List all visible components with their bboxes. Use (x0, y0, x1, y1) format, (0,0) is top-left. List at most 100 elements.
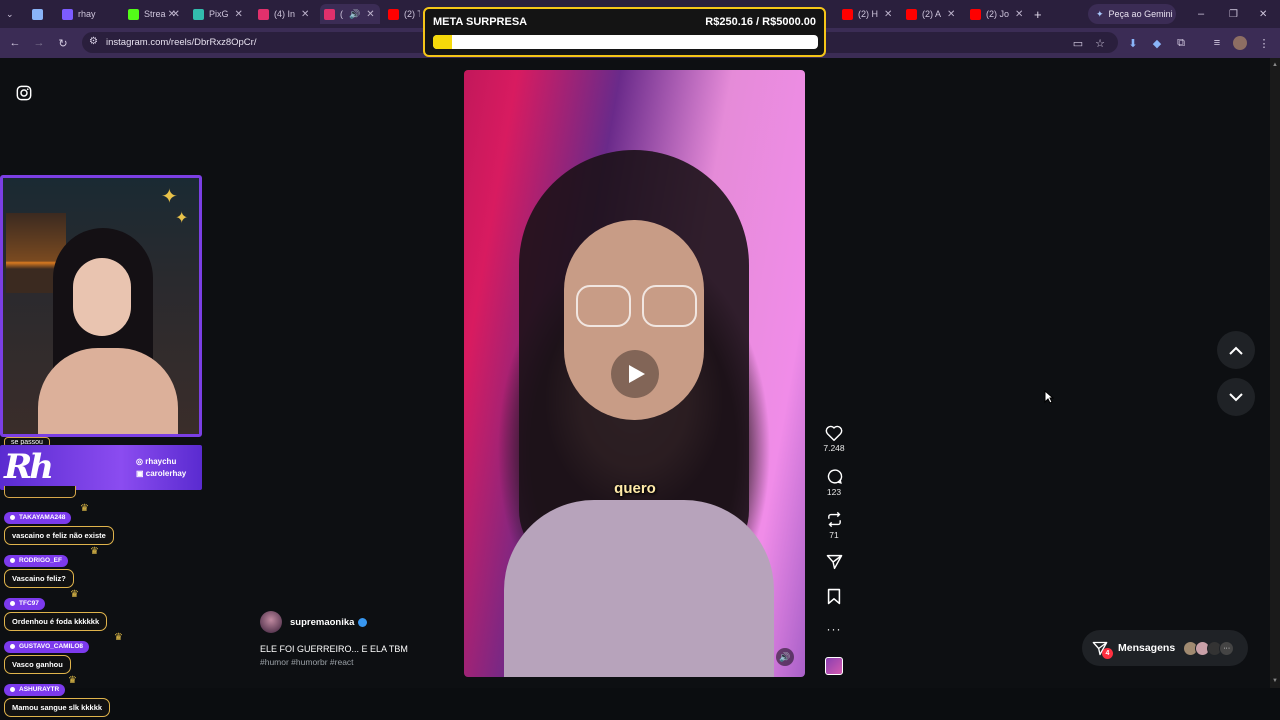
author-name[interactable]: supremaonika (290, 617, 354, 628)
chat-username: RODRIGO_EF (4, 554, 68, 567)
extension-icon[interactable]: ◆ (1150, 36, 1164, 50)
tab-9[interactable]: (2) Jo ✕ (970, 4, 1028, 24)
close-icon[interactable]: ✕ (884, 9, 892, 20)
chat-text: Ordenhou é foda kkkkkk (4, 612, 108, 631)
gemini-label: Peça ao Gemini (1108, 9, 1173, 19)
close-icon[interactable]: ✕ (172, 9, 180, 20)
window-close-button[interactable]: ✕ (1259, 4, 1271, 24)
gemini-icon: ✦ (1096, 8, 1104, 19)
bookmark-icon (827, 588, 841, 605)
reel-author[interactable]: supremaonika (260, 611, 368, 633)
profile-avatar[interactable] (1233, 36, 1247, 50)
tab-favicon (324, 8, 335, 20)
next-reel-button[interactable] (1217, 378, 1255, 416)
chat-message-partial (4, 486, 76, 498)
crown-icon: ♛ (68, 675, 77, 686)
tab-3[interactable]: PixG ✕ (193, 4, 253, 24)
restore-button[interactable]: ❐ (1229, 4, 1241, 24)
streamer-face (73, 258, 131, 336)
tab-favicon (32, 8, 43, 20)
chat-text: Mamou sangue slk kkkkk (4, 698, 111, 717)
chat-text: vascaino e feliz não existe (4, 526, 114, 545)
close-icon[interactable]: ✕ (301, 9, 309, 20)
tab-favicon (62, 8, 73, 20)
verified-badge-icon (358, 617, 368, 627)
comment-count: 123 (826, 487, 842, 497)
crown-icon: ♛ (90, 546, 99, 557)
tab-title: (2) T (404, 9, 420, 19)
chevron-up-icon (1229, 346, 1243, 355)
chat-username: TFC97 (4, 597, 45, 610)
tab-4[interactable]: (4) In ✕ (258, 4, 318, 24)
tab-title: rhay (78, 9, 96, 19)
streamer-brand-banner: Rh ◎ rhaychu ▣ carolerhay (0, 445, 202, 490)
like-count: 7.248 (823, 443, 845, 453)
chat-message: TAKAYAMA248 ♛ vascaino e feliz não exist… (4, 503, 114, 545)
heart-icon (825, 425, 843, 441)
author-avatar[interactable] (260, 611, 282, 633)
brand-logo: Rh (4, 447, 54, 487)
gemini-button[interactable]: ✦ Peça ao Gemini (1088, 4, 1176, 24)
bookmark-star-icon[interactable]: ☆ (1093, 36, 1107, 50)
close-icon[interactable]: ✕ (1015, 9, 1023, 20)
tab-title: (2) Jo (986, 9, 1010, 19)
new-tab-button[interactable]: + (1034, 4, 1048, 24)
goal-label: META SURPRESA (433, 16, 528, 28)
tab-2[interactable]: Strea ✕ (128, 4, 188, 24)
close-icon[interactable]: ✕ (947, 9, 955, 20)
handle-text: rhaychu (145, 457, 177, 466)
messages-button[interactable]: 4 Mensagens ··· (1082, 630, 1248, 666)
chevron-down-icon (1229, 392, 1243, 401)
download-icon[interactable]: ⬇ (1126, 36, 1140, 50)
previous-reel-button[interactable] (1217, 331, 1255, 369)
tab-favicon (906, 8, 917, 20)
comment-icon (827, 469, 842, 484)
play-icon[interactable] (611, 350, 659, 398)
forward-icon[interactable]: → (32, 36, 46, 50)
repost-button[interactable]: 71 (818, 511, 850, 540)
page-scrollbar[interactable]: ▲ ▼ (1270, 58, 1280, 688)
chat-message: TFC97 ♛ Ordenhou é foda kkkkkk (4, 589, 108, 631)
tab-title: (2) H (858, 9, 878, 19)
volume-icon[interactable]: 🔊 (776, 648, 794, 666)
share-button[interactable] (818, 554, 850, 570)
close-icon[interactable]: ✕ (366, 9, 374, 20)
back-icon[interactable]: ← (8, 36, 22, 50)
close-icon[interactable]: ✕ (235, 9, 243, 20)
site-info-icon[interactable]: ⚙ (89, 36, 98, 47)
tab-7[interactable]: (2) H ✕ (842, 4, 900, 24)
speaker-icon[interactable]: 🔊 (349, 9, 360, 20)
messages-badge: 4 (1102, 648, 1113, 659)
tab-0[interactable] (32, 4, 54, 24)
more-options-icon[interactable]: ··· (818, 622, 850, 636)
reload-icon[interactable]: ↻ (56, 36, 70, 50)
cast-icon[interactable]: ▭ (1071, 36, 1085, 50)
tab-search-button[interactable]: ⌄ (6, 4, 22, 24)
extensions-puzzle-icon[interactable]: ⧉ (1174, 36, 1188, 50)
chat-username: ASHURAYTR (4, 683, 66, 696)
media-icon[interactable]: ≡ (1210, 36, 1224, 50)
save-button[interactable] (818, 588, 850, 605)
handle-text: carolerhay (145, 469, 187, 478)
tab-6[interactable]: (2) T (388, 4, 420, 24)
streamer-body (38, 348, 178, 434)
goal-progress-bar (433, 35, 818, 49)
tab-title: PixG (209, 9, 229, 19)
tab-8[interactable]: (2) A ✕ (906, 4, 964, 24)
more-menu-icon[interactable]: ⋮ (1257, 36, 1271, 50)
tab-5-active[interactable]: ( 🔊 ✕ (320, 4, 380, 24)
webcam-feed: ✦ ✦ (0, 175, 202, 437)
sparkle-icon: ✦ (161, 186, 178, 208)
like-button[interactable]: 7.248 (818, 425, 850, 453)
comment-button[interactable]: 123 (818, 468, 850, 497)
chat-message: ASHURAYTR ♛ Mamou sangue slk kkkkk (4, 675, 111, 717)
audio-thumbnail[interactable] (825, 657, 843, 675)
tab-title: (4) In (274, 9, 296, 19)
tab-title: ( (340, 9, 343, 19)
chat-username: TAKAYAMA248 (4, 511, 72, 524)
reel-hashtags[interactable]: #humor #humorbr #react (260, 657, 354, 667)
crown-icon: ♛ (80, 503, 89, 514)
instagram-logo-icon[interactable] (16, 85, 32, 106)
crown-icon: ♛ (70, 589, 79, 600)
minimize-button[interactable]: – (1198, 4, 1210, 24)
